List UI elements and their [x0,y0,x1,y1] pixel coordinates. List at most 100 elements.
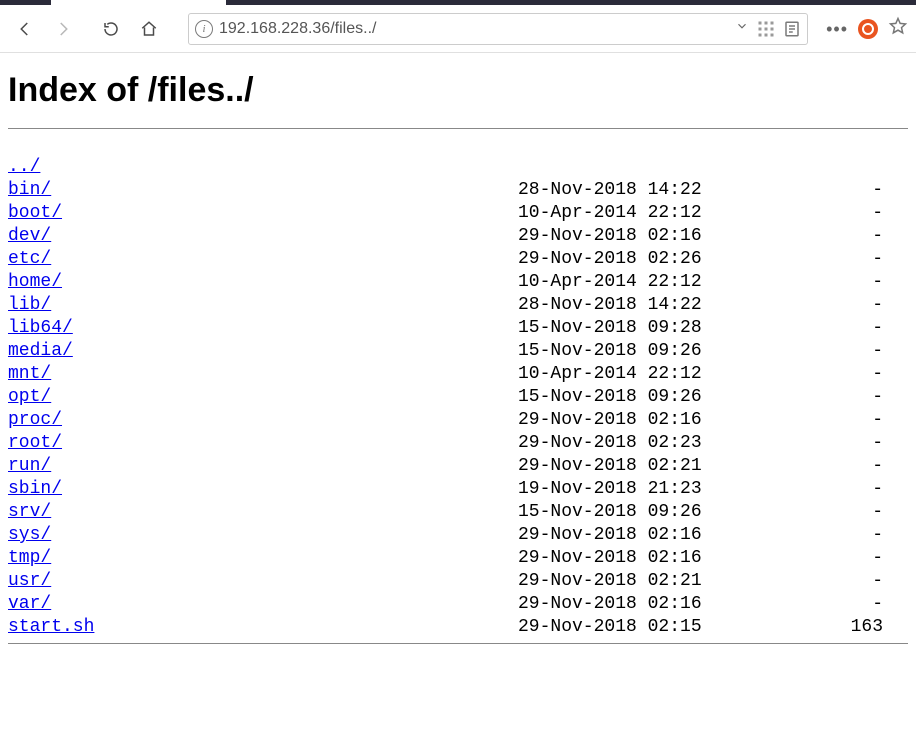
reload-button[interactable] [94,12,128,46]
url-dropdown-icon[interactable] [735,19,749,38]
listing-link[interactable]: media/ [8,341,73,361]
listing-row: lib/28-Nov-2018 14:22- [8,294,908,317]
listing-row: dev/29-Nov-2018 02:16- [8,225,908,248]
listing-row: mnt/10-Apr-2014 22:12- [8,363,908,386]
listing-date: 15-Nov-2018 09:26 [518,386,718,409]
listing-row: proc/29-Nov-2018 02:16- [8,409,908,432]
menu-dots-icon[interactable]: ••• [826,20,848,38]
page-heading: Index of /files../ [8,71,908,110]
listing-row: opt/15-Nov-2018 09:26- [8,386,908,409]
listing-link[interactable]: sbin/ [8,479,62,499]
listing-row: run/29-Nov-2018 02:21- [8,455,908,478]
listing-size: - [718,179,883,202]
listing-size: - [718,432,883,455]
listing-row: start.sh 29-Nov-2018 02:15163 [8,616,908,639]
listing-link[interactable]: sys/ [8,525,51,545]
listing-row: srv/15-Nov-2018 09:26- [8,501,908,524]
home-button[interactable] [132,12,166,46]
listing-date: 10-Apr-2014 22:12 [518,363,718,386]
listing-row: home/10-Apr-2014 22:12- [8,271,908,294]
listing-date: 29-Nov-2018 02:16 [518,225,718,248]
listing-row: sbin/19-Nov-2018 21:23- [8,478,908,501]
listing-row: tmp/29-Nov-2018 02:16- [8,547,908,570]
listing-size: - [718,409,883,432]
listing-size: - [718,455,883,478]
url-text: 192.168.228.36/files../ [219,20,729,38]
listing-size: - [718,294,883,317]
listing-size: - [718,317,883,340]
listing-size: - [718,501,883,524]
listing-size: - [718,524,883,547]
listing-link[interactable]: boot/ [8,203,62,223]
listing-link[interactable]: var/ [8,594,51,614]
listing-parent-row: ../ [8,156,908,179]
listing-size: - [718,547,883,570]
listing-link[interactable]: dev/ [8,226,51,246]
back-button[interactable] [8,12,42,46]
listing-link[interactable]: mnt/ [8,364,51,384]
divider-bottom [8,643,908,644]
divider-top [8,128,908,129]
listing-link[interactable]: lib/ [8,295,51,315]
listing-size: - [718,271,883,294]
listing-row: lib64/15-Nov-2018 09:28- [8,317,908,340]
page-content: Index of /files../ ../bin/28-Nov-2018 14… [0,53,916,644]
forward-button[interactable] [46,12,80,46]
parent-link[interactable]: ../ [8,157,40,177]
listing-link[interactable]: tmp/ [8,548,51,568]
listing-date: 10-Apr-2014 22:12 [518,202,718,225]
listing-row: boot/10-Apr-2014 22:12- [8,202,908,225]
listing-date: 29-Nov-2018 02:15 [518,616,718,639]
reader-view-icon[interactable] [783,20,801,38]
listing-size: - [718,248,883,271]
listing-date: 29-Nov-2018 02:26 [518,248,718,271]
url-bar[interactable]: i 192.168.228.36/files../ [188,13,808,45]
bookmark-star-icon[interactable] [888,16,908,41]
listing-link[interactable]: lib64/ [8,318,73,338]
directory-listing: ../bin/28-Nov-2018 14:22-boot/10-Apr-201… [8,133,908,639]
toolbar-right-icons: ••• [820,16,908,41]
listing-date: 10-Apr-2014 22:12 [518,271,718,294]
listing-size: 163 [718,616,883,639]
ubuntu-icon[interactable] [858,19,878,39]
listing-row: var/29-Nov-2018 02:16- [8,593,908,616]
listing-date: 29-Nov-2018 02:16 [518,409,718,432]
listing-link[interactable]: home/ [8,272,62,292]
listing-size: - [718,363,883,386]
listing-size: - [718,225,883,248]
listing-date: 29-Nov-2018 02:23 [518,432,718,455]
site-info-icon[interactable]: i [195,20,213,38]
listing-date: 28-Nov-2018 14:22 [518,294,718,317]
listing-link[interactable]: run/ [8,456,51,476]
listing-row: usr/29-Nov-2018 02:21- [8,570,908,593]
listing-row: root/29-Nov-2018 02:23- [8,432,908,455]
listing-date: 19-Nov-2018 21:23 [518,478,718,501]
listing-size: - [718,340,883,363]
listing-link[interactable]: bin/ [8,180,51,200]
listing-link[interactable]: opt/ [8,387,51,407]
listing-row: etc/29-Nov-2018 02:26- [8,248,908,271]
listing-date: 15-Nov-2018 09:26 [518,501,718,524]
listing-link[interactable]: srv/ [8,502,51,522]
window-top-strip [0,0,916,5]
listing-date: 29-Nov-2018 02:21 [518,570,718,593]
listing-date: 15-Nov-2018 09:28 [518,317,718,340]
listing-link[interactable]: etc/ [8,249,51,269]
listing-link[interactable]: usr/ [8,571,51,591]
listing-date: 15-Nov-2018 09:26 [518,340,718,363]
listing-link[interactable]: start.sh [8,617,94,637]
listing-row: sys/29-Nov-2018 02:16- [8,524,908,547]
listing-size: - [718,386,883,409]
qr-icon[interactable] [757,20,775,38]
listing-size: - [718,478,883,501]
browser-toolbar: i 192.168.228.36/files../ ••• [0,5,916,53]
listing-date: 28-Nov-2018 14:22 [518,179,718,202]
listing-size: - [718,570,883,593]
listing-date: 29-Nov-2018 02:16 [518,593,718,616]
listing-row: bin/28-Nov-2018 14:22- [8,179,908,202]
listing-size: - [718,202,883,225]
listing-link[interactable]: root/ [8,433,62,453]
listing-date: 29-Nov-2018 02:16 [518,547,718,570]
listing-link[interactable]: proc/ [8,410,62,430]
listing-date: 29-Nov-2018 02:21 [518,455,718,478]
